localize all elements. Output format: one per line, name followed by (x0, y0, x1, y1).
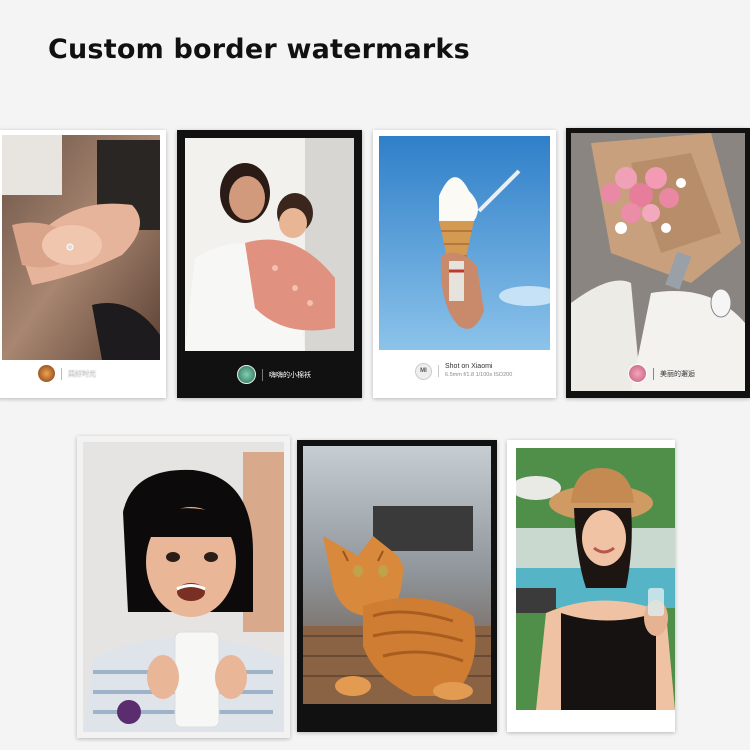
watermark-card-hands[interactable]: 美好时光 (0, 130, 166, 398)
watermark-card-cat[interactable] (297, 440, 497, 732)
avatar (237, 365, 256, 384)
watermark-card-woman-hat[interactable] (507, 440, 675, 732)
exif-label: 6.5mm f/1.8 1/100s ISO200 (445, 372, 513, 378)
watermark-bouquet: 美丽的邂逅 (628, 364, 695, 383)
avatar (38, 365, 55, 382)
watermark-card-girl-milk[interactable] (77, 436, 290, 738)
photo-mother-child (185, 138, 354, 351)
photo-woman-hat (516, 448, 675, 710)
shot-on-label: Shot on Xiaomi (445, 363, 493, 370)
avatar (628, 364, 647, 383)
photo-ice-cream (379, 136, 550, 350)
watermark-text: 美好时光 (68, 370, 96, 378)
photo-girl-milk (83, 442, 284, 732)
xiaomi-logo-icon: MI (415, 362, 432, 380)
watermark-card-bouquet[interactable]: 美丽的邂逅 (566, 128, 750, 398)
watermark-card-mother-child[interactable]: 嗨嗨的小棉袄 (177, 130, 362, 398)
watermark-text: 美丽的邂逅 (660, 370, 695, 378)
photo-cat (303, 446, 491, 704)
photo-hands (2, 135, 160, 360)
watermark-mother-child: 嗨嗨的小棉袄 (237, 365, 311, 384)
page-title: Custom border watermarks (48, 34, 470, 65)
photo-bouquet (571, 133, 745, 391)
watermark-ice-cream: MI Shot on Xiaomi 6.5mm f/1.8 1/100s ISO… (415, 362, 512, 380)
watermark-text: 嗨嗨的小棉袄 (269, 371, 311, 379)
watermark-hands: 美好时光 (38, 365, 96, 382)
watermark-card-ice-cream[interactable]: MI Shot on Xiaomi 6.5mm f/1.8 1/100s ISO… (373, 130, 556, 398)
